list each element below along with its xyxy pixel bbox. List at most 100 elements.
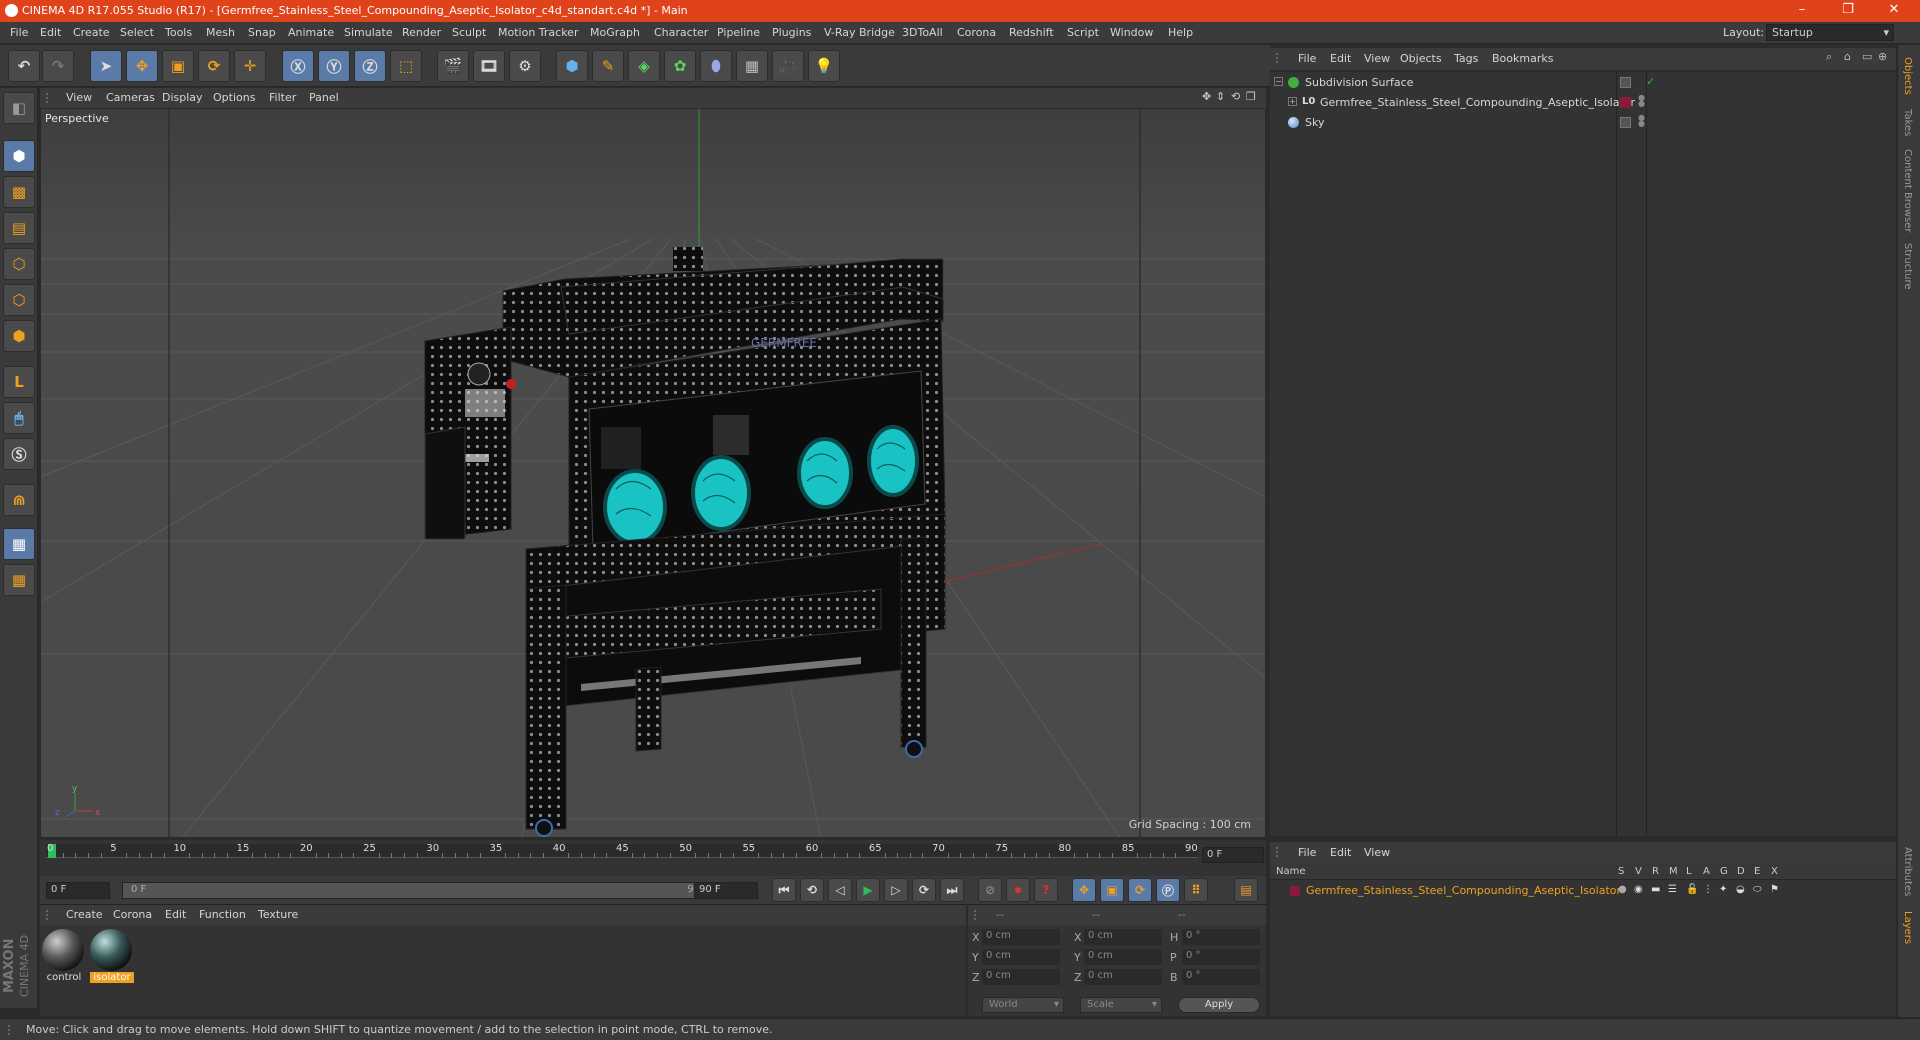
menu-script[interactable]: Script [1067,26,1099,39]
layer-render-icon[interactable]: ▬ [1651,884,1660,895]
position-z-field[interactable]: 0 cm [982,969,1060,985]
viewport-move-icon[interactable]: ✥ [1202,90,1211,103]
position-x-field[interactable]: 0 cm [982,929,1060,945]
polygons-mode-button[interactable]: ⬢ [3,320,35,352]
next-frame-button[interactable]: ▷ [884,878,908,902]
go-to-start-button[interactable]: ⏮ [772,878,796,902]
object-menu-view[interactable]: View [1364,52,1390,65]
make-editable-button[interactable]: ◧ [3,92,35,124]
menu-render[interactable]: Render [402,26,441,39]
home-icon[interactable]: ⌂ [1844,50,1851,63]
coordinate-system-button[interactable]: ⬚ [390,50,422,82]
layer-animation-icon[interactable]: ⋮ [1703,884,1713,895]
live-selection-button[interactable]: ➤ [90,50,122,82]
x-axis-lock-button[interactable]: Ⓧ [282,50,314,82]
workplane-mode-button[interactable]: ▤ [3,212,35,244]
menu-sculpt[interactable]: Sculpt [452,26,486,39]
object-row[interactable]: + L0 Germfree_Stainless_Steel_Compoundin… [1270,94,1896,112]
key-pla-button[interactable]: ⠿ [1184,878,1208,902]
start-frame-field[interactable]: 0 F [46,882,110,899]
menu-select[interactable]: Select [120,26,154,39]
visibility-dots-icon[interactable]: ● ● [1638,94,1645,108]
z-axis-lock-button[interactable]: Ⓩ [354,50,386,82]
viewport-zoom-icon[interactable]: ⇕ [1216,90,1225,103]
previous-key-button[interactable]: ⟲ [800,878,824,902]
menu-redshift[interactable]: Redshift [1009,26,1054,39]
layer-generators-icon[interactable]: ✦ [1719,884,1727,895]
autokey-button[interactable]: ? [1034,878,1058,902]
add-cube-button[interactable]: ⬢ [556,50,588,82]
add-spline-button[interactable]: ✎ [592,50,624,82]
menu-motion-tracker[interactable]: Motion Tracker [498,26,578,39]
frame-range-slider[interactable]: 0 F 90 F [122,882,718,899]
rotation-p-field[interactable]: 0 ° [1182,949,1260,965]
key-position-button[interactable]: ✥ [1072,878,1096,902]
viewport-menu-options[interactable]: Options [213,91,255,104]
menu-simulate[interactable]: Simulate [344,26,393,39]
magnet-button[interactable]: ⋒ [3,484,35,516]
redo-button[interactable]: ↷ [42,50,74,82]
minimize-button[interactable]: – [1782,2,1822,20]
object-menu-file[interactable]: File [1298,52,1316,65]
scale-tool-button[interactable]: ▣ [162,50,194,82]
material-menu-texture[interactable]: Texture [258,908,298,921]
new-view-icon[interactable]: ⊕ [1878,50,1887,63]
key-parameter-button[interactable]: Ⓟ [1156,878,1180,902]
layer-menu-file[interactable]: File [1298,846,1316,859]
play-button[interactable]: ▶ [856,878,880,902]
scale-mode-dropdown[interactable]: Scale ▾ [1080,997,1162,1013]
current-frame-field[interactable]: 0 F [1202,847,1264,863]
close-button[interactable]: ✕ [1874,2,1914,20]
coordinate-mode-dropdown[interactable]: World ▾ [982,997,1064,1013]
menu-tools[interactable]: Tools [165,26,192,39]
menu-animate[interactable]: Animate [288,26,334,39]
tab-content-browser[interactable]: Content Browser [1902,149,1913,232]
menu-help[interactable]: Help [1168,26,1193,39]
layer-lock-icon[interactable]: 🔓 [1686,884,1698,895]
y-axis-lock-button[interactable]: Ⓨ [318,50,350,82]
material-menu-function[interactable]: Function [199,908,246,921]
back-icon[interactable]: ▭ [1862,50,1872,63]
tab-structure[interactable]: Structure [1902,243,1913,290]
layer-menu-edit[interactable]: Edit [1330,846,1351,859]
viewport-menu-filter[interactable]: Filter [269,91,296,104]
layer-solo-icon[interactable]: ● [1618,884,1627,895]
rotation-h-field[interactable]: 0 ° [1182,929,1260,945]
lock-workplane-button[interactable]: ▦ [3,528,35,560]
viewport-menu-view[interactable]: View [66,91,92,104]
axis-mode-button[interactable]: L [3,366,35,398]
viewport-maximize-icon[interactable]: ❐ [1246,90,1256,103]
tweak-mode-button[interactable]: 🖱 [3,402,35,434]
material-menu-create[interactable]: Create [66,908,103,921]
layer-manager-icon[interactable]: ☰ [1668,884,1677,895]
tab-objects[interactable]: Objects [1902,57,1913,95]
previous-frame-button[interactable]: ◁ [828,878,852,902]
menu-file[interactable]: File [10,26,28,39]
material-menu-edit[interactable]: Edit [165,908,186,921]
restore-button[interactable]: ❐ [1828,2,1868,20]
menu-mograph[interactable]: MoGraph [590,26,640,39]
object-menu-objects[interactable]: Objects [1400,52,1442,65]
key-scale-button[interactable]: ▣ [1100,878,1124,902]
viewport-menu-panel[interactable]: Panel [309,91,339,104]
tab-attributes[interactable]: Attributes [1902,847,1913,896]
planar-workplane-button[interactable]: ▦ [3,564,35,596]
apply-button[interactable]: Apply [1178,997,1260,1013]
menu-mesh[interactable]: Mesh [206,26,235,39]
end-frame-field[interactable]: 90 F [694,882,758,899]
layer-expressions-icon[interactable]: ⬭ [1753,884,1762,895]
size-x-field[interactable]: 0 cm [1084,929,1162,945]
menu-snap[interactable]: Snap [248,26,276,39]
menu-window[interactable]: Window [1110,26,1153,39]
add-camera-button[interactable]: 🎥 [772,50,804,82]
undo-button[interactable]: ↶ [8,50,40,82]
motion-path-button[interactable]: ⊘ [978,878,1002,902]
layer-color-swatch[interactable] [1290,886,1300,896]
object-menu-tags[interactable]: Tags [1454,52,1478,65]
tab-takes[interactable]: Takes [1902,109,1913,136]
layer-deformers-icon[interactable]: ◒ [1736,884,1745,895]
timeline-ruler[interactable]: 0 5 10 15 20 25 30 35 40 45 50 55 60 65 70 75 80 85 90 0 F [40,840,1266,876]
menu-corona[interactable]: Corona [957,26,996,39]
snap-button[interactable]: Ⓢ [3,438,35,470]
collapse-icon[interactable]: − [1274,77,1283,86]
